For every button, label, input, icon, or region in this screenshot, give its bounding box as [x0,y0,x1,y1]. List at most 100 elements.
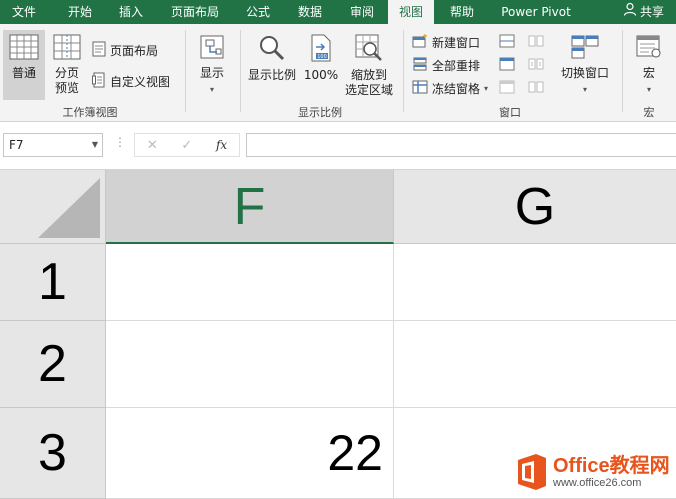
zoom-selection-icon [342,34,396,66]
share-label: 共享 [639,5,664,19]
ribbon-separator [185,30,186,112]
zoom-100-label: 100% [303,68,339,82]
ribbon-separator [403,30,404,112]
reset-window-position-button[interactable] [528,78,544,98]
formula-bar-resize-handle[interactable]: ⋮ [114,135,126,149]
enter-icon[interactable]: ✓ [181,138,192,153]
office-logo-icon [514,452,548,492]
arrange-all-label: 全部重排 [432,58,481,73]
new-window-button[interactable]: 新建窗口 [412,32,480,52]
formula-bar: F7 ▼ ⋮ ✕ ✓ fx [0,122,676,170]
person-icon [623,0,637,24]
watermark: Office教程网 www.office26.com [514,452,670,492]
arrange-all-icon [412,57,428,74]
macros-label: 宏 [642,66,655,80]
tab-view[interactable]: 视图 [388,0,434,24]
watermark-url: www.office26.com [553,476,642,489]
switch-windows-button[interactable]: 切换窗口 ▾ [556,30,614,100]
page-break-preview-button[interactable]: 分页 预览 [48,30,86,100]
page-break-icon [48,34,86,64]
tab-insert[interactable]: 插入 [108,0,154,24]
tab-page-layout[interactable]: 页面布局 [162,0,228,24]
zoom-label: 显示比例 [247,68,296,82]
ribbon-separator [622,30,623,112]
sync-scroll-icon [528,57,544,74]
show-dropdown-icon: ▾ [209,85,214,94]
name-box-value: F7 [9,138,24,152]
zoom-selection-label-2: 选定区域 [344,83,393,97]
macros-group-label: 宏 [643,106,655,119]
view-side-by-side-button[interactable] [528,32,544,52]
freeze-panes-icon [412,80,428,97]
column-header-f[interactable]: F [106,170,394,244]
reset-position-icon [528,80,544,97]
macros-dropdown-icon: ▾ [646,85,651,94]
page-break-label-1: 分页 [54,66,79,80]
tab-home[interactable]: 开始 [58,0,102,24]
page-layout-label: 页面布局 [110,43,159,58]
svg-text:100: 100 [317,54,327,60]
freeze-panes-dropdown-icon: ▾ [484,83,489,93]
tab-file[interactable]: 文件 [0,0,48,24]
tab-data[interactable]: 数据 [288,0,332,24]
cell-g2[interactable] [394,321,676,408]
formula-input[interactable] [246,133,676,157]
name-box-dropdown-icon[interactable]: ▼ [92,134,98,156]
page-layout-icon [92,41,106,60]
share-button[interactable]: 共享 [623,0,664,24]
split-button[interactable] [499,32,515,52]
worksheet-grid: F G 1 2 3 22 [0,170,676,499]
page-layout-view-button[interactable]: 页面布局 [92,40,158,60]
zoom-button[interactable]: 显示比例 [246,30,298,100]
tab-review[interactable]: 审阅 [340,0,384,24]
macros-icon [628,34,670,64]
show-button[interactable]: 显示 ▾ [193,30,231,100]
page-break-label-2: 预览 [54,81,79,95]
watermark-title: Office教程网 [553,454,670,477]
row-header-3[interactable]: 3 [0,408,106,499]
select-all-button[interactable] [0,170,106,244]
workbook-views-group-label: 工作簿视图 [62,106,118,119]
row-header-1[interactable]: 1 [0,244,106,321]
custom-views-button[interactable]: 自定义视图 [92,71,170,91]
cancel-icon[interactable]: ✕ [147,138,158,153]
cell-g1[interactable] [394,244,676,321]
freeze-panes-button[interactable]: 冻结窗格 ▾ [412,78,488,98]
zoom-group-label: 显示比例 [298,106,342,119]
tab-help[interactable]: 帮助 [440,0,484,24]
custom-views-icon [92,72,106,91]
cell-f3[interactable]: 22 [106,408,394,499]
name-box[interactable]: F7 ▼ [3,133,103,157]
synchronous-scrolling-button[interactable] [528,55,544,75]
column-header-g[interactable]: G [394,170,676,244]
insert-function-icon[interactable]: fx [216,138,227,152]
arrange-all-button[interactable]: 全部重排 [412,55,480,75]
cell-f2[interactable] [106,321,394,408]
hide-window-button[interactable] [499,55,515,75]
new-window-label: 新建窗口 [432,35,481,50]
normal-view-icon [3,34,45,64]
cell-f1[interactable] [106,244,394,321]
freeze-panes-label: 冻结窗格 [432,81,481,96]
window-group-label: 窗口 [499,106,521,119]
ribbon-view: 普通 分页 预览 页面布局 自定义视图 工作簿视图 显示 ▾ 显示比例 100 … [0,24,676,122]
custom-views-label: 自定义视图 [110,74,171,89]
zoom-100-button[interactable]: 100 100% [302,30,340,100]
switch-windows-label: 切换窗口 [560,66,609,80]
tab-formulas[interactable]: 公式 [236,0,280,24]
ribbon-separator [240,30,241,112]
show-icon [193,34,231,64]
macros-button[interactable]: 宏 ▾ [628,30,670,100]
split-icon [499,34,515,51]
new-window-icon [412,33,428,51]
unhide-window-icon [499,80,515,97]
tab-power-pivot[interactable]: Power Pivot [494,0,578,24]
show-label: 显示 [199,66,224,80]
switch-windows-icon [556,34,614,64]
side-by-side-icon [528,34,544,51]
ribbon-tab-bar: 文件 开始 插入 页面布局 公式 数据 审阅 视图 帮助 Power Pivot… [0,0,676,24]
unhide-window-button[interactable] [499,78,515,98]
row-header-2[interactable]: 2 [0,321,106,408]
zoom-to-selection-button[interactable]: 缩放到 选定区域 [342,30,396,100]
normal-view-button[interactable]: 普通 [3,30,45,100]
